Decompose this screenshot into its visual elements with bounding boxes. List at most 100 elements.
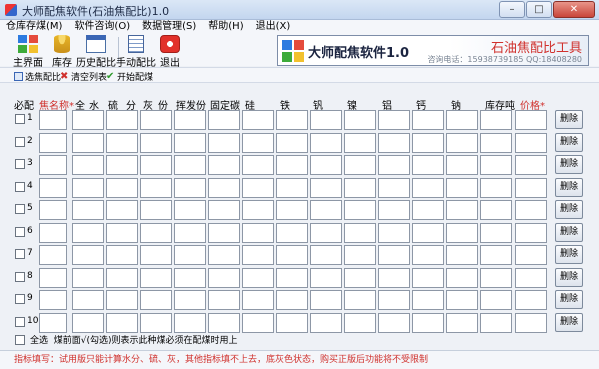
value-input[interactable] [106, 155, 138, 175]
value-input[interactable] [310, 267, 342, 288]
value-input[interactable] [72, 290, 104, 310]
value-input[interactable] [480, 267, 512, 288]
coke-name-input[interactable] [39, 245, 67, 265]
value-input[interactable] [446, 155, 478, 175]
value-input[interactable] [378, 222, 410, 243]
value-input[interactable] [140, 290, 172, 310]
value-input[interactable] [140, 312, 172, 333]
value-input[interactable] [106, 245, 138, 265]
coke-name-input[interactable] [39, 312, 67, 333]
value-input[interactable] [140, 200, 172, 220]
value-input[interactable] [174, 200, 206, 220]
value-input[interactable] [344, 245, 376, 265]
value-input[interactable] [515, 312, 547, 333]
menu-warehouse[interactable]: 仓库存煤(M) [6, 20, 62, 34]
menu-help[interactable]: 帮助(H) [208, 20, 243, 34]
value-input[interactable] [480, 245, 512, 265]
row-required-checkbox[interactable] [15, 316, 25, 327]
value-input[interactable] [515, 200, 547, 220]
value-input[interactable] [72, 110, 104, 130]
delete-row-button[interactable]: 删除 [555, 245, 583, 264]
value-input[interactable] [276, 177, 308, 198]
value-input[interactable] [276, 290, 308, 310]
delete-row-button[interactable]: 删除 [555, 222, 583, 242]
value-input[interactable] [515, 132, 547, 153]
value-input[interactable] [344, 155, 376, 175]
minimize-button[interactable]: – [499, 1, 525, 18]
value-input[interactable] [515, 177, 547, 198]
coke-name-input[interactable] [39, 110, 67, 130]
value-input[interactable] [208, 132, 240, 153]
value-input[interactable] [480, 177, 512, 198]
value-input[interactable] [72, 267, 104, 288]
value-input[interactable] [276, 132, 308, 153]
value-input[interactable] [378, 245, 410, 265]
value-input[interactable] [378, 312, 410, 333]
value-input[interactable] [515, 245, 547, 265]
value-input[interactable] [208, 200, 240, 220]
value-input[interactable] [140, 245, 172, 265]
coke-name-input[interactable] [39, 132, 67, 153]
value-input[interactable] [446, 132, 478, 153]
value-input[interactable] [412, 290, 444, 310]
delete-row-button[interactable]: 删除 [555, 200, 583, 219]
value-input[interactable] [412, 267, 444, 288]
value-input[interactable] [480, 290, 512, 310]
delete-row-button[interactable]: 删除 [555, 155, 583, 174]
value-input[interactable] [344, 312, 376, 333]
value-input[interactable] [412, 222, 444, 243]
value-input[interactable] [208, 290, 240, 310]
value-input[interactable] [174, 110, 206, 130]
value-input[interactable] [515, 110, 547, 130]
delete-row-button[interactable]: 删除 [555, 177, 583, 197]
value-input[interactable] [446, 312, 478, 333]
coke-name-input[interactable] [39, 290, 67, 310]
delete-row-button[interactable]: 删除 [555, 312, 583, 332]
row-required-checkbox[interactable] [15, 114, 25, 124]
history-button[interactable]: 历史配比 [76, 35, 116, 69]
value-input[interactable] [276, 267, 308, 288]
value-input[interactable] [72, 245, 104, 265]
coke-name-input[interactable] [39, 200, 67, 220]
value-input[interactable] [310, 200, 342, 220]
menu-consult[interactable]: 软件咨询(O) [74, 20, 130, 34]
value-input[interactable] [480, 200, 512, 220]
close-button[interactable]: ✕ [553, 1, 595, 18]
value-input[interactable] [106, 110, 138, 130]
value-input[interactable] [72, 177, 104, 198]
value-input[interactable] [140, 267, 172, 288]
select-all-checkbox[interactable] [15, 335, 25, 345]
value-input[interactable] [310, 222, 342, 243]
coke-name-input[interactable] [39, 177, 67, 198]
value-input[interactable] [446, 222, 478, 243]
value-input[interactable] [480, 222, 512, 243]
value-input[interactable] [242, 267, 274, 288]
value-input[interactable] [242, 290, 274, 310]
value-input[interactable] [412, 110, 444, 130]
value-input[interactable] [310, 110, 342, 130]
value-input[interactable] [276, 245, 308, 265]
value-input[interactable] [174, 177, 206, 198]
value-input[interactable] [106, 200, 138, 220]
value-input[interactable] [140, 110, 172, 130]
value-input[interactable] [344, 110, 376, 130]
delete-row-button[interactable]: 删除 [555, 290, 583, 309]
value-input[interactable] [515, 222, 547, 243]
value-input[interactable] [378, 267, 410, 288]
value-input[interactable] [344, 267, 376, 288]
value-input[interactable] [412, 312, 444, 333]
value-input[interactable] [310, 155, 342, 175]
value-input[interactable] [208, 312, 240, 333]
value-input[interactable] [208, 155, 240, 175]
value-input[interactable] [480, 132, 512, 153]
delete-row-button[interactable]: 删除 [555, 132, 583, 152]
row-required-checkbox[interactable] [15, 159, 25, 169]
value-input[interactable] [174, 245, 206, 265]
coke-name-input[interactable] [39, 155, 67, 175]
value-input[interactable] [174, 312, 206, 333]
select-ratio-button[interactable]: 选焦配比 [14, 70, 61, 83]
value-input[interactable] [208, 222, 240, 243]
value-input[interactable] [208, 245, 240, 265]
value-input[interactable] [412, 200, 444, 220]
value-input[interactable] [174, 290, 206, 310]
